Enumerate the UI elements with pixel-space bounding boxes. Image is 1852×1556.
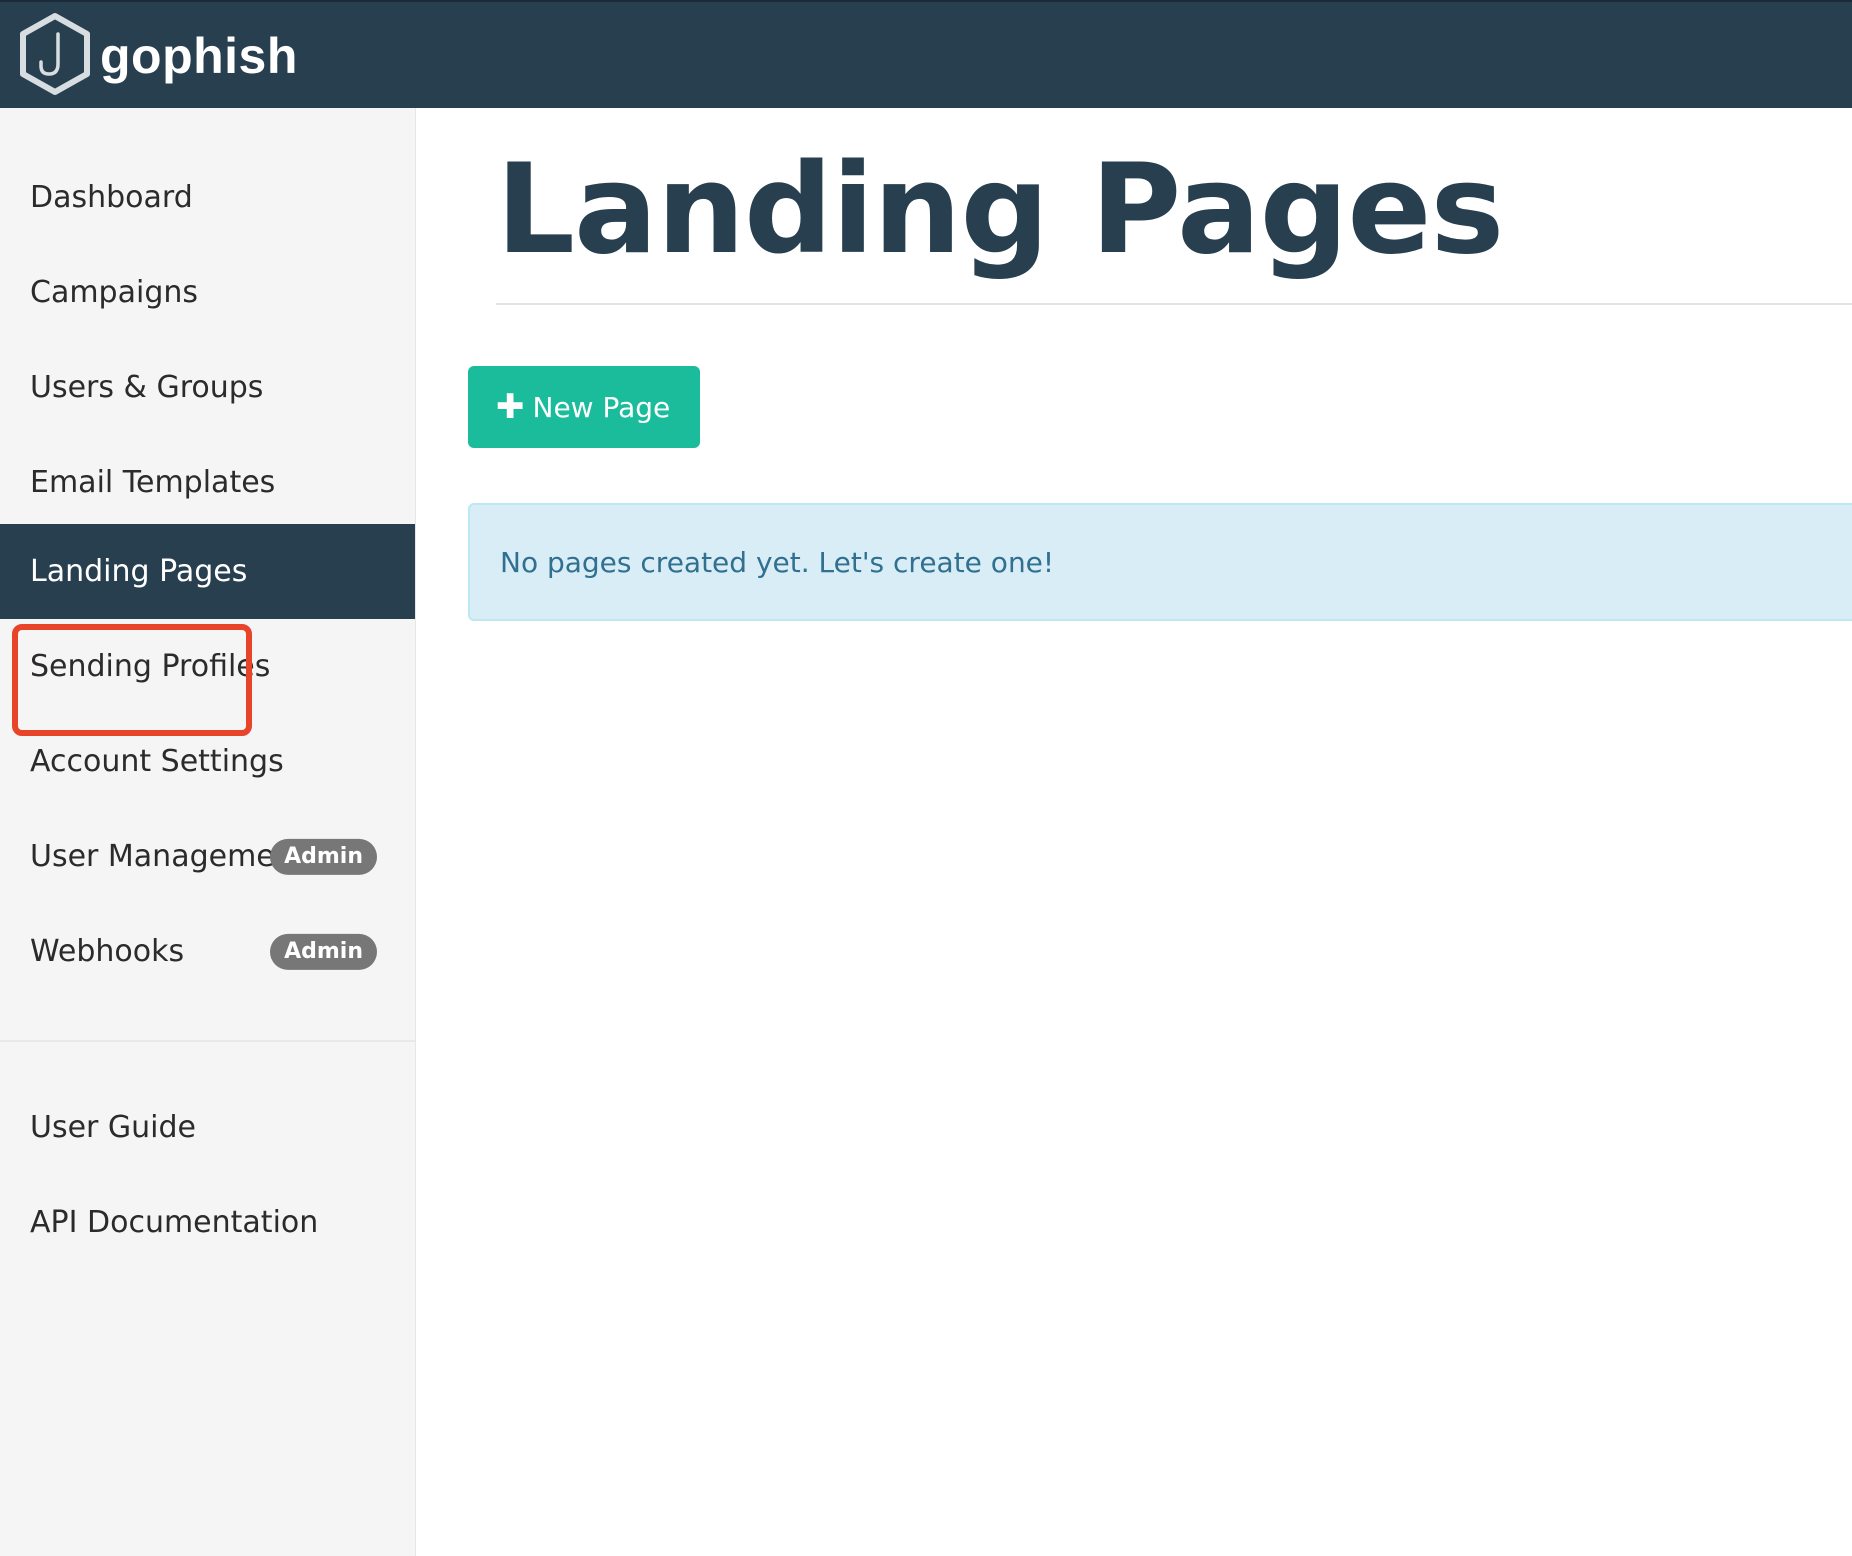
sidebar-item-label: Webhooks (30, 934, 185, 969)
sidebar-divider (0, 1040, 415, 1042)
sidebar-item-label: Account Settings (30, 744, 284, 779)
sidebar-item-sending-profiles[interactable]: Sending Profiles (0, 619, 415, 714)
brand-name: gophish (100, 28, 298, 84)
new-page-button[interactable]: ✚ New Page (468, 366, 701, 448)
brand-link[interactable]: gophish (18, 10, 298, 98)
sidebar-item-dashboard[interactable]: Dashboard (0, 150, 415, 245)
title-divider (496, 303, 1852, 305)
sidebar-item-api-documentation[interactable]: API Documentation (0, 1175, 415, 1270)
sidebar-item-campaigns[interactable]: Campaigns (0, 245, 415, 340)
sidebar-item-account-settings[interactable]: Account Settings (0, 714, 415, 809)
sidebar-item-label: Landing Pages (30, 554, 248, 589)
sidebar-item-label: Users & Groups (30, 370, 264, 405)
sidebar-item-user-guide[interactable]: User Guide (0, 1080, 415, 1175)
sidebar: Dashboard Campaigns Users & Groups Email… (0, 108, 416, 1556)
empty-state-alert: No pages created yet. Let's create one! (468, 503, 1852, 621)
sidebar-item-label: API Documentation (30, 1205, 319, 1240)
admin-badge: Admin (270, 838, 377, 875)
sidebar-item-webhooks[interactable]: Webhooks Admin (0, 904, 415, 999)
plus-icon: ✚ (496, 387, 525, 427)
sidebar-item-landing-pages[interactable]: Landing Pages (0, 524, 415, 619)
top-navbar: gophish (0, 0, 1852, 108)
sidebar-item-users-groups[interactable]: Users & Groups (0, 340, 415, 435)
main-content: Landing Pages ✚ New Page No pages create… (416, 108, 1852, 1556)
new-page-button-label: New Page (532, 390, 671, 424)
page-title: Landing Pages (496, 138, 1504, 282)
sidebar-item-label: Sending Profiles (30, 649, 271, 684)
sidebar-item-label: User Guide (30, 1110, 197, 1145)
sidebar-item-label: User Management (30, 839, 306, 874)
sidebar-item-label: Dashboard (30, 180, 193, 215)
empty-state-message: No pages created yet. Let's create one! (500, 545, 1055, 579)
hexagon-hook-icon (20, 13, 90, 95)
sidebar-item-email-templates[interactable]: Email Templates (0, 435, 415, 530)
sidebar-item-label: Campaigns (30, 275, 199, 310)
admin-badge: Admin (270, 933, 377, 970)
sidebar-item-label: Email Templates (30, 465, 276, 500)
sidebar-item-user-management[interactable]: User Management Admin (0, 809, 415, 904)
